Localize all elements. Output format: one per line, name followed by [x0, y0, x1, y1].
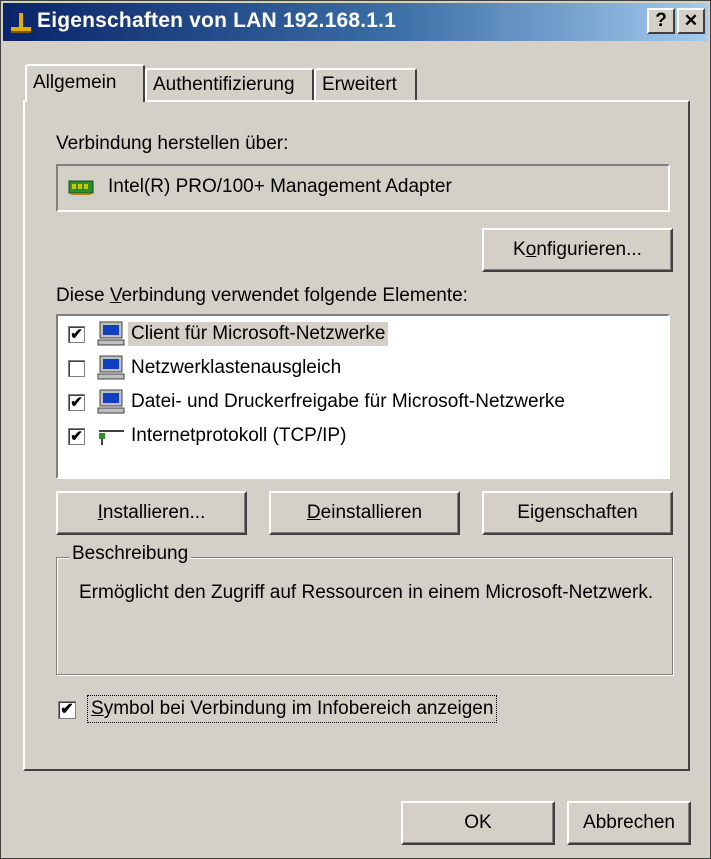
configure-button[interactable]: Konfigurieren...: [482, 228, 673, 272]
list-item[interactable]: Netzwerklastenausgleich: [68, 353, 658, 385]
description-title: Beschreibung: [69, 543, 192, 565]
tcpip-label: Internetprotokoll (TCP/IP): [131, 425, 347, 446]
network-protocol-icon: [99, 430, 124, 445]
checkbox-load-balancing[interactable]: [68, 360, 85, 377]
components-label: Diese Verbindung verwendet folgende Elem…: [56, 285, 468, 306]
install-button[interactable]: Installieren...: [56, 491, 247, 535]
components-list[interactable]: ✔ Client für Microsoft-Netzwerke Netzwer…: [56, 314, 670, 479]
checkbox-file-printer-sharing[interactable]: ✔: [68, 394, 85, 411]
description-group: [56, 557, 673, 675]
list-item[interactable]: ✔ Datei- und Druckerfreigabe für Microso…: [68, 387, 658, 419]
uninstall-button[interactable]: Deinstallieren: [269, 491, 460, 535]
computer-icon: [97, 389, 125, 414]
checkbox-client[interactable]: ✔: [68, 326, 85, 343]
client-ms-networks-label: Client für Microsoft-Netzwerke: [128, 322, 389, 346]
adapter-name: Intel(R) PRO/100+ Management Adapter: [108, 176, 452, 197]
connect-using-label: Verbindung herstellen über:: [56, 133, 289, 154]
load-balancing-label: Netzwerklastenausgleich: [131, 357, 342, 378]
tray-icon-checkbox[interactable]: ✔: [58, 701, 76, 719]
checkbox-tcpip[interactable]: ✔: [68, 428, 85, 445]
tray-icon-label[interactable]: Symbol bei Verbindung im Infobereich anz…: [87, 695, 498, 723]
description-text: Ermöglicht den Zugriff auf Ressourcen in…: [79, 582, 654, 603]
file-printer-sharing-label: Datei- und Druckerfreigabe für Microsoft…: [131, 391, 565, 412]
network-card-icon: [68, 180, 94, 195]
list-item[interactable]: ✔ Client für Microsoft-Netzwerke: [68, 319, 658, 351]
computer-icon: [97, 321, 125, 346]
properties-button[interactable]: Eigenschaften: [482, 491, 673, 535]
adapter-field: Intel(R) PRO/100+ Management Adapter: [56, 164, 670, 212]
computer-icon: [97, 355, 125, 380]
dialog-window: Eigenschaften von LAN 192.168.1.1 ? ✕ Al…: [0, 0, 711, 859]
list-item[interactable]: ✔ Internetprotokoll (TCP/IP): [68, 421, 658, 453]
